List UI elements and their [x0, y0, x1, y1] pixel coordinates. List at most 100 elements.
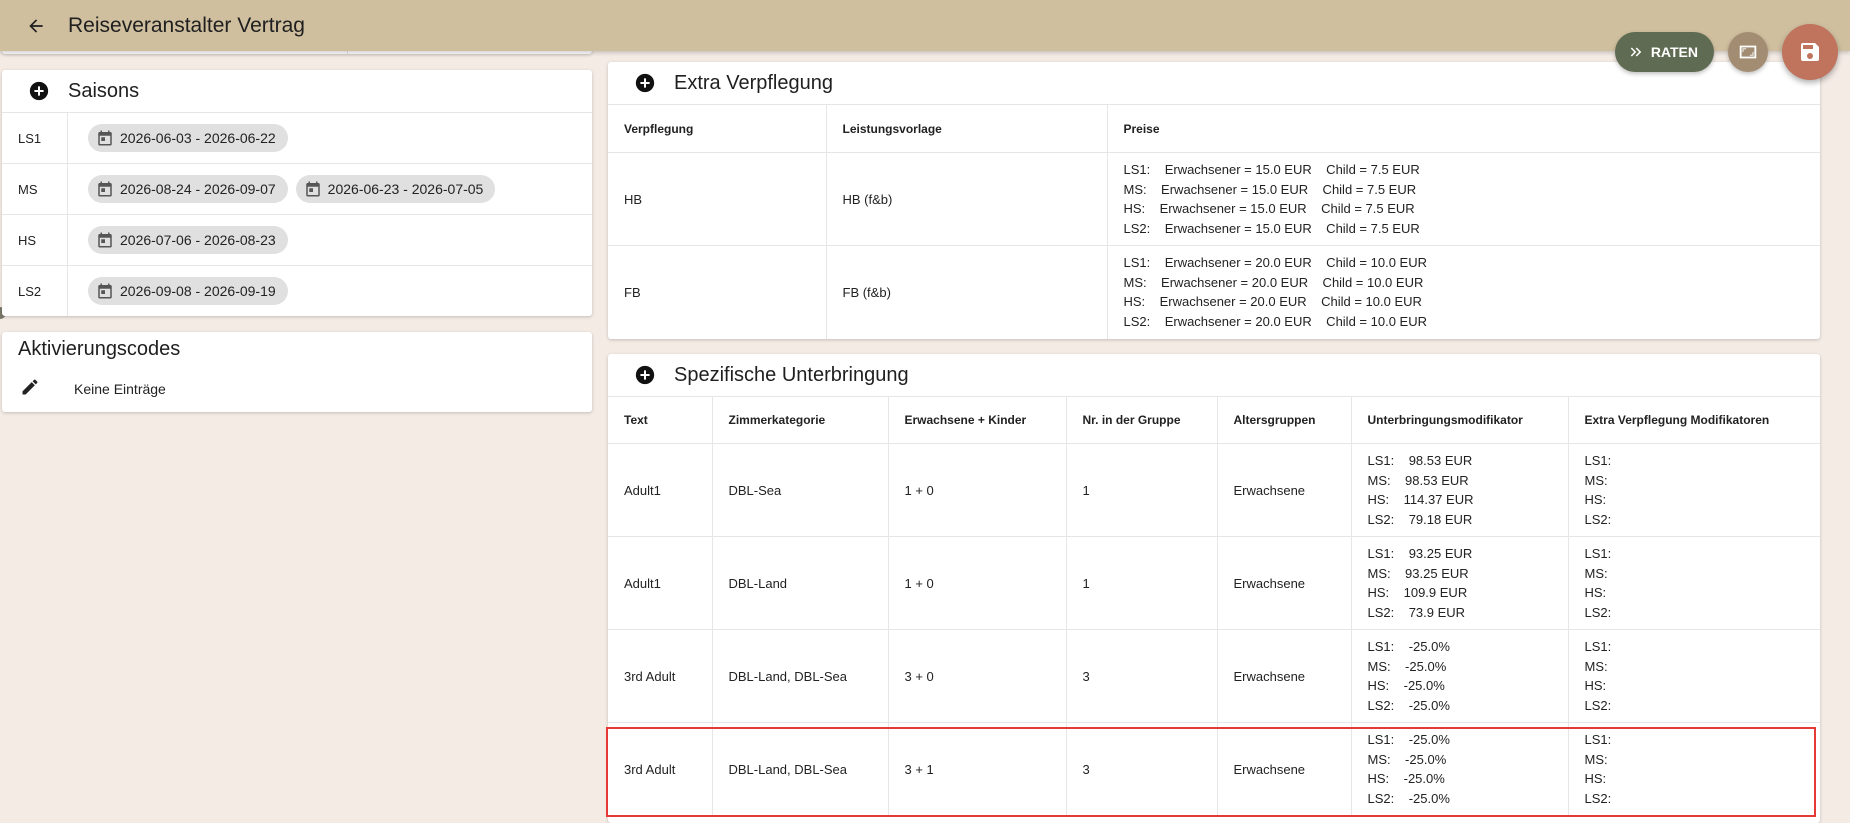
double-chevron-right-icon: [1630, 47, 1642, 57]
text-line: MS: -25.0%: [1367, 658, 1447, 674]
text-line: HS:: [1584, 492, 1607, 507]
add-season-icon[interactable]: [28, 80, 50, 102]
vorlage-cell: HB (f&b): [826, 152, 1108, 246]
gruppe-nr-cell: 1: [1066, 443, 1218, 537]
calendar-icon: [96, 231, 114, 249]
season-row: HS 2026-07-06 - 2026-08-23: [2, 214, 592, 265]
date-range-label: 2026-06-03 - 2026-06-22: [120, 130, 276, 146]
gruppe-nr-cell: 1: [1066, 536, 1218, 630]
date-chips: 2026-08-24 - 2026-09-07 2026-06-23 - 2026…: [68, 175, 496, 203]
text-line: MS:: [1584, 751, 1608, 767]
extra-modifikator-cell: LS1: MS: HS: LS2:: [1568, 722, 1820, 816]
text-line: MS: -25.0%: [1367, 751, 1447, 767]
modifikator-cell: LS1: 98.53 EUR MS: 98.53 EUR HS: 114.37 EU…: [1351, 443, 1569, 537]
column-header: Nr. in der Gruppe: [1066, 396, 1218, 444]
save-button[interactable]: [1782, 24, 1838, 80]
altersgruppe-cell: Erwachsene: [1217, 629, 1352, 723]
aktivierungscodes-card: Aktivierungscodes Keine Einträge: [2, 332, 592, 412]
calendar-icon: [96, 129, 114, 147]
text-line: LS2:: [1584, 790, 1612, 806]
table-row[interactable]: FB FB (f&b) LS1: Erwachsener = 20.0 EUR Ch…: [608, 245, 1820, 339]
gruppe-nr-cell: 3: [1066, 722, 1218, 816]
fullscreen-button[interactable]: [1728, 32, 1768, 72]
season-row: LS2 2026-09-08 - 2026-09-19: [2, 265, 592, 316]
date-range-chip[interactable]: 2026-08-24 - 2026-09-07: [88, 175, 288, 203]
modifikator-cell: LS1: 93.25 EUR MS: 93.25 EUR HS: 109.9 EUR…: [1351, 536, 1569, 630]
column-header: Leistungsvorlage: [826, 104, 1108, 153]
raten-button[interactable]: RATEN: [1614, 32, 1714, 72]
text-line: LS1: 93.25 EUR: [1367, 546, 1473, 561]
column-header: Altersgruppen: [1217, 396, 1352, 444]
text-line: LS2:: [1584, 697, 1612, 713]
text-line: MS:: [1584, 658, 1608, 674]
erwachsene-kinder-cell: 1 + 0: [888, 443, 1067, 537]
column-header: Zimmerkategorie: [712, 396, 889, 444]
extra-verpflegung-card: Extra Verpflegung Verpflegung Leistungsvo…: [608, 62, 1820, 339]
date-range-chip[interactable]: 2026-06-03 - 2026-06-22: [88, 124, 288, 152]
erwachsene-kinder-cell: 3 + 1: [888, 722, 1067, 816]
preise-cell: LS1: Erwachsener = 15.0 EUR Child = 7.5 …: [1107, 152, 1820, 246]
text-line: LS2: 73.9 EUR: [1367, 604, 1466, 620]
extra-modifikator-cell: LS1: MS: HS: LS2:: [1568, 629, 1820, 723]
date-chips: 2026-07-06 - 2026-08-23: [68, 226, 288, 254]
text-line: MS: Erwachsener = 20.0 EUR Child = 10.0 …: [1123, 274, 1424, 290]
extra-verpflegung-table: Verpflegung Leistungsvorlage Preise HB HB (…: [608, 104, 1820, 339]
text-line: LS2: -25.0%: [1367, 790, 1450, 806]
calendar-icon: [304, 180, 322, 198]
zimmer-cell: DBL-Land, DBL-Sea: [712, 629, 889, 723]
date-range-label: 2026-09-08 - 2026-09-19: [120, 283, 276, 299]
text-line: MS:: [1584, 565, 1608, 581]
text-cell: Adult1: [608, 536, 713, 630]
altersgruppe-cell: Erwachsene: [1217, 536, 1352, 630]
season-code: LS1: [2, 113, 68, 163]
date-chips: 2026-09-08 - 2026-09-19: [68, 277, 288, 305]
text-line: LS1: Erwachsener = 20.0 EUR Child = 10.0…: [1123, 255, 1427, 271]
saisons-header: Saisons: [2, 70, 592, 112]
text-line: HS:: [1584, 771, 1607, 787]
table-row[interactable]: 3rd Adult DBL-Land, DBL-Sea 3 + 1 3 Erwachse…: [608, 722, 1820, 816]
unterbringung-table: Text Zimmerkategorie Erwachsene + Kinder Nr…: [608, 396, 1820, 816]
fullscreen-icon: [1739, 45, 1757, 59]
edit-pencil-icon[interactable]: [20, 377, 40, 402]
text-line: HS:: [1584, 678, 1607, 693]
add-verpflegung-icon[interactable]: [634, 72, 656, 94]
add-unterbringung-icon[interactable]: [634, 364, 656, 386]
text-line: LS1: -25.0%: [1367, 732, 1450, 748]
zimmer-cell: DBL-Land, DBL-Sea: [712, 722, 889, 816]
text-cell: 3rd Adult: [608, 629, 713, 723]
empty-text: Keine Einträge: [74, 381, 166, 397]
text-line: HS: -25.0%: [1367, 678, 1445, 693]
aktivierungscodes-title: Aktivierungscodes: [18, 338, 181, 360]
table-row[interactable]: 3rd Adult DBL-Land, DBL-Sea 3 + 0 3 Erwachse…: [608, 629, 1820, 723]
raten-label: RATEN: [1650, 44, 1698, 60]
saisons-card: Saisons LS1 2026-06-03 - 2026-06-22 MS 2026…: [2, 70, 592, 316]
date-range-chip[interactable]: 2026-09-08 - 2026-09-19: [88, 277, 288, 305]
text-line: MS: 98.53 EUR: [1367, 472, 1469, 488]
column-header: Unterbringungsmodifikator: [1351, 396, 1569, 444]
unterbringung-header: Spezifische Unterbringung: [608, 354, 1820, 396]
date-range-chip[interactable]: 2026-06-23 - 2026-07-05: [295, 175, 496, 203]
save-icon: [1801, 43, 1819, 61]
zimmer-cell: DBL-Land: [712, 536, 889, 630]
text-line: LS2:: [1584, 604, 1612, 620]
text-line: LS2: 79.18 EUR: [1367, 511, 1473, 527]
back-arrow-icon[interactable]: [24, 14, 48, 38]
column-header: Erwachsene + Kinder: [888, 396, 1067, 444]
table-row[interactable]: HB HB (f&b) LS1: Erwachsener = 15.0 EUR Ch…: [608, 152, 1820, 246]
modifikator-cell: LS1: -25.0% MS: -25.0% HS: -25.0% LS2: -25.…: [1351, 629, 1569, 723]
text-line: HS: Erwachsener = 15.0 EUR Child = 7.5 E…: [1123, 201, 1415, 216]
date-range-label: 2026-08-24 - 2026-09-07: [120, 181, 276, 197]
text-line: LS2: Erwachsener = 15.0 EUR Child = 7.5 …: [1123, 220, 1420, 236]
zimmer-cell: DBL-Sea: [712, 443, 889, 537]
text-line: MS:: [1584, 472, 1608, 488]
date-range-chip[interactable]: 2026-07-06 - 2026-08-23: [88, 226, 288, 254]
table-row[interactable]: Adult1 DBL-Land 1 + 0 1 Erwachsene LS1: 93.25…: [608, 536, 1820, 630]
table-row[interactable]: Adult1 DBL-Sea 1 + 0 1 Erwachsene LS1: 98.53 …: [608, 443, 1820, 537]
altersgruppe-cell: Erwachsene: [1217, 722, 1352, 816]
extra-modifikator-cell: LS1: MS: HS: LS2:: [1568, 443, 1820, 537]
calendar-icon: [96, 180, 114, 198]
spezifische-unterbringung-card: Spezifische Unterbringung Text Zimmerkate…: [608, 354, 1820, 823]
text-line: HS:: [1584, 585, 1607, 600]
text-line: LS1: -25.0%: [1367, 639, 1450, 654]
text-line: LS1:: [1584, 639, 1612, 654]
